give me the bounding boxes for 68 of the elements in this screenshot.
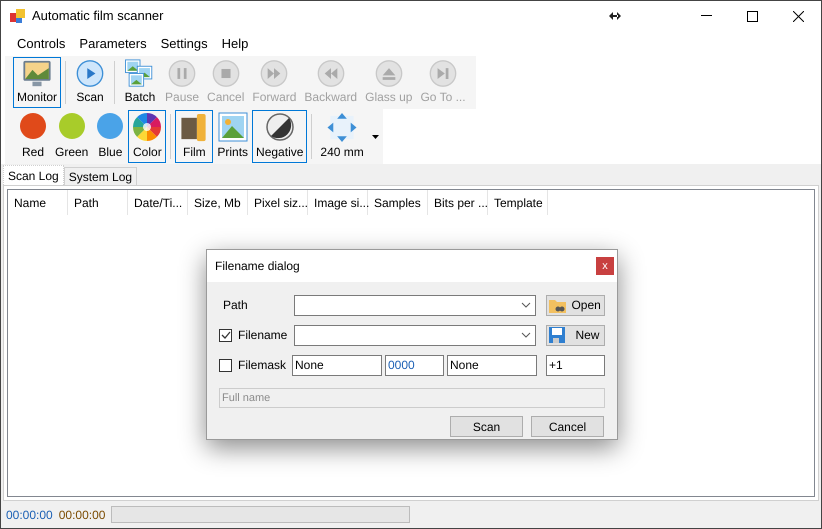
maximize-icon xyxy=(746,10,758,22)
fast-forward-icon xyxy=(258,59,290,88)
menu-item[interactable]: Settings xyxy=(154,34,215,54)
step-field[interactable]: +1 xyxy=(546,354,605,376)
column-header[interactable]: Size, Mb xyxy=(188,190,248,215)
remaining-time: 00:00:00 xyxy=(58,506,106,524)
dialog-button[interactable]: Scan xyxy=(450,416,523,437)
window-title: Automatic film scanner xyxy=(32,7,164,26)
filename-label: Filename xyxy=(238,327,288,344)
color-dot-icon xyxy=(19,112,47,140)
mask-field[interactable]: 0000 xyxy=(385,354,444,376)
checkbox[interactable] xyxy=(219,328,232,342)
rewind-icon xyxy=(314,59,347,88)
toolbar-button[interactable]: Green xyxy=(51,110,92,163)
contrast-icon xyxy=(264,112,295,142)
toolbar-button[interactable]: 240 mm xyxy=(316,110,368,163)
color-dot-icon xyxy=(58,112,86,140)
tab[interactable]: Scan Log xyxy=(3,165,64,185)
filemask-label: Filemask xyxy=(238,357,286,374)
column-header[interactable]: Name xyxy=(8,190,68,215)
toolbar-button[interactable]: Color xyxy=(128,110,166,163)
expand-arrows-icon xyxy=(326,112,358,143)
new-button[interactable]: New xyxy=(546,324,605,346)
toolbar-button[interactable]: Film xyxy=(175,110,214,163)
toolbar-button[interactable]: Blue xyxy=(92,110,128,163)
checkbox[interactable] xyxy=(219,358,232,372)
photo-icon xyxy=(218,112,248,142)
folder-icon xyxy=(549,298,568,312)
dropdown-arrow-icon[interactable] xyxy=(372,134,379,138)
elapsed-time: 00:00:00 xyxy=(6,506,53,524)
column-header[interactable]: Template xyxy=(488,190,548,215)
color-wheel-icon xyxy=(132,112,162,142)
column-header[interactable]: Image si... xyxy=(308,190,368,215)
mask-field[interactable]: None xyxy=(292,354,382,376)
combo-box[interactable] xyxy=(294,324,536,346)
column-header[interactable]: Samples xyxy=(368,190,428,215)
column-header[interactable]: Date/Ti... xyxy=(128,190,188,215)
column-header[interactable]: Path xyxy=(68,190,128,215)
play-icon xyxy=(74,59,106,88)
eject-icon xyxy=(372,59,405,88)
toolbar-button[interactable]: Batch xyxy=(119,57,162,108)
column-header[interactable]: Pixel siz... xyxy=(248,190,308,215)
path-label: Path xyxy=(222,297,249,314)
menu-item[interactable]: Parameters xyxy=(72,34,154,54)
full-name-field[interactable]: Full name xyxy=(219,388,605,408)
menu-item[interactable]: Help xyxy=(214,34,256,54)
mask-field[interactable]: None xyxy=(447,354,537,376)
tab[interactable]: System Log xyxy=(64,167,138,185)
pause-icon xyxy=(166,59,198,88)
close-button[interactable]: x xyxy=(596,257,614,275)
toolbar-button[interactable]: Monitor xyxy=(13,57,62,108)
minimize-icon xyxy=(700,15,712,17)
stop-icon xyxy=(210,59,242,88)
resize-cursor-icon xyxy=(608,12,620,20)
toolbar-button[interactable]: Scan xyxy=(70,57,110,108)
dialog-title: Filename dialog xyxy=(215,258,300,275)
combo-box[interactable] xyxy=(294,294,536,316)
toolbar-button[interactable]: Negative xyxy=(252,110,308,163)
menu-item[interactable]: Controls xyxy=(10,34,72,54)
column-header[interactable]: Bits per ... xyxy=(428,190,488,215)
skip-icon xyxy=(427,59,460,88)
app-icon xyxy=(10,8,26,24)
open-button[interactable]: Open xyxy=(546,294,605,316)
dialog-button[interactable]: Cancel xyxy=(531,416,604,437)
toolbar-button[interactable]: Red xyxy=(15,110,51,163)
color-dot-icon xyxy=(96,112,124,140)
close-icon xyxy=(792,10,804,22)
toolbar-button[interactable]: Prints xyxy=(213,110,252,163)
